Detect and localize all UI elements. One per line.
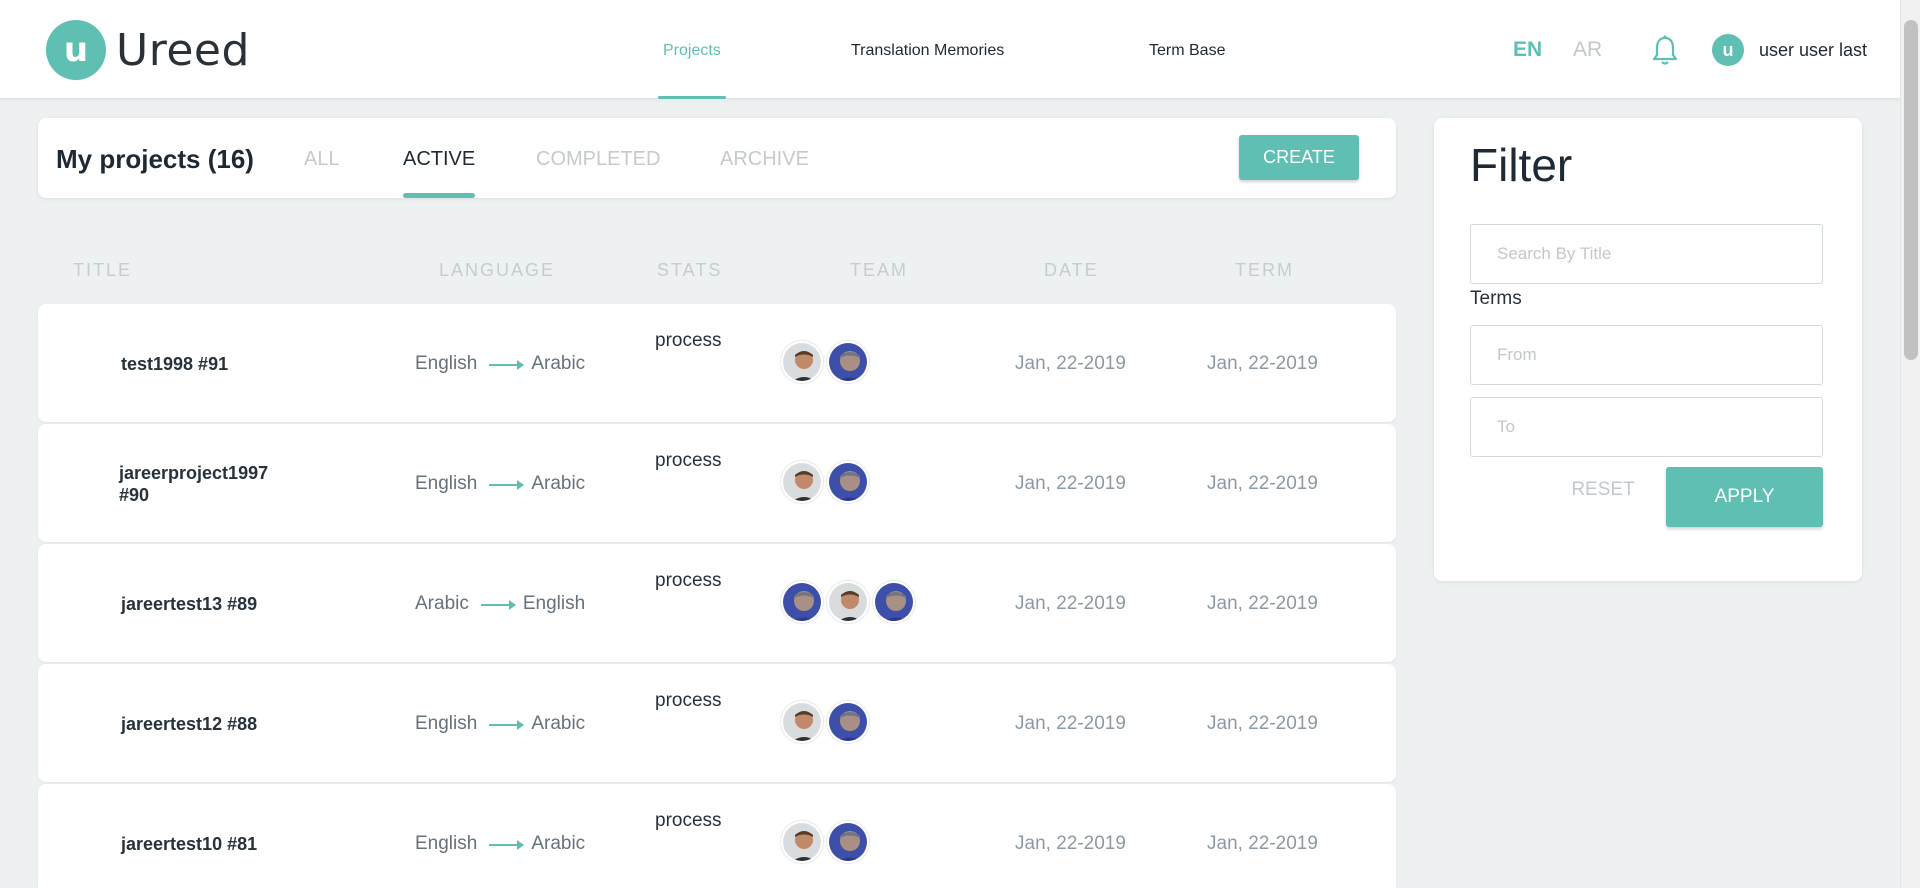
table-row[interactable]: jareertest12 #88 English Arabic process … bbox=[38, 664, 1396, 782]
column-header-title[interactable]: TITLE bbox=[73, 260, 132, 281]
project-stats: process bbox=[655, 570, 722, 591]
projects-tabs-card: My projects (16) ALL ACTIVE COMPLETED AR… bbox=[38, 118, 1396, 198]
column-header-term[interactable]: TERM bbox=[1235, 260, 1294, 281]
language-pair: English Arabic bbox=[415, 713, 585, 735]
team-avatars bbox=[781, 341, 873, 383]
project-date: Jan, 22-2019 bbox=[1015, 353, 1126, 374]
nav-projects[interactable]: Projects bbox=[658, 0, 726, 99]
avatar[interactable] bbox=[827, 341, 869, 383]
avatar[interactable] bbox=[827, 581, 869, 623]
create-button[interactable]: CREATE bbox=[1239, 135, 1359, 180]
reset-button[interactable]: RESET bbox=[1558, 469, 1648, 511]
avatar[interactable] bbox=[781, 701, 823, 743]
column-header-language[interactable]: LANGUAGE bbox=[439, 260, 555, 281]
arrow-right-icon bbox=[489, 480, 525, 490]
target-language: Arabic bbox=[531, 473, 586, 494]
project-stats: process bbox=[655, 690, 722, 711]
language-pair: English Arabic bbox=[415, 353, 585, 375]
arrow-right-icon bbox=[489, 720, 525, 730]
column-header-stats[interactable]: STATS bbox=[657, 260, 722, 281]
project-term: Jan, 22-2019 bbox=[1207, 473, 1318, 494]
avatar[interactable] bbox=[781, 581, 823, 623]
language-pair: English Arabic bbox=[415, 833, 585, 855]
column-header-team[interactable]: TEAM bbox=[850, 260, 908, 281]
avatar[interactable] bbox=[827, 821, 869, 863]
project-stats: process bbox=[655, 330, 722, 351]
table-row[interactable]: test1998 #91 English Arabic process Jan,… bbox=[38, 304, 1396, 422]
project-date: Jan, 22-2019 bbox=[1015, 713, 1126, 734]
source-language: English bbox=[415, 353, 478, 374]
nav-translation-memories[interactable]: Translation Memories bbox=[851, 0, 1004, 99]
team-avatars bbox=[781, 461, 873, 503]
terms-to-input[interactable] bbox=[1470, 397, 1823, 457]
arrow-right-icon bbox=[489, 360, 525, 370]
project-term: Jan, 22-2019 bbox=[1207, 353, 1318, 374]
target-language: Arabic bbox=[531, 353, 586, 374]
column-header-date[interactable]: DATE bbox=[1044, 260, 1099, 281]
search-by-title-input[interactable] bbox=[1470, 224, 1823, 284]
language-en[interactable]: EN bbox=[1513, 38, 1542, 62]
logo-mark-icon: u bbox=[46, 20, 106, 80]
target-language: Arabic bbox=[531, 713, 586, 734]
source-language: English bbox=[415, 473, 478, 494]
table-row[interactable]: jareertest13 #89 Arabic English process … bbox=[38, 544, 1396, 662]
arrow-right-icon bbox=[489, 840, 525, 850]
target-language: English bbox=[522, 593, 586, 614]
bell-icon[interactable] bbox=[1651, 34, 1679, 66]
project-date: Jan, 22-2019 bbox=[1015, 593, 1126, 614]
ureed-logo[interactable]: u Ureed bbox=[46, 20, 250, 80]
project-title[interactable]: test1998 #91 bbox=[121, 353, 301, 375]
avatar[interactable] bbox=[827, 701, 869, 743]
tab-all[interactable]: ALL bbox=[304, 118, 340, 198]
source-language: English bbox=[415, 713, 478, 734]
source-language: Arabic bbox=[415, 593, 469, 614]
user-name[interactable]: user user last bbox=[1759, 40, 1867, 61]
project-title[interactable]: jareertest10 #81 bbox=[121, 833, 301, 855]
target-language: Arabic bbox=[531, 833, 586, 854]
arrow-right-icon bbox=[480, 600, 516, 610]
project-title[interactable]: jareertest13 #89 bbox=[121, 593, 301, 615]
top-header: u Ureed Projects Translation Memories Te… bbox=[0, 0, 1900, 99]
logo-text: Ureed bbox=[116, 24, 250, 76]
nav-term-base[interactable]: Term Base bbox=[1149, 0, 1225, 99]
avatar[interactable] bbox=[781, 341, 823, 383]
project-date: Jan, 22-2019 bbox=[1015, 833, 1126, 854]
filter-title: Filter bbox=[1470, 139, 1573, 191]
project-term: Jan, 22-2019 bbox=[1207, 833, 1318, 854]
filter-panel: Filter Terms RESET APPLY bbox=[1434, 118, 1862, 581]
avatar[interactable] bbox=[781, 461, 823, 503]
project-stats: process bbox=[655, 810, 722, 831]
table-row[interactable]: jareertest10 #81 English Arabic process … bbox=[38, 784, 1396, 888]
language-pair: Arabic English bbox=[415, 593, 585, 615]
terms-from-input[interactable] bbox=[1470, 325, 1823, 385]
project-title[interactable]: jareerproject1997 #90 bbox=[119, 462, 299, 506]
tab-archive[interactable]: ARCHIVE bbox=[720, 118, 809, 198]
project-title[interactable]: jareertest12 #88 bbox=[121, 713, 301, 735]
source-language: English bbox=[415, 833, 478, 854]
table-row[interactable]: jareerproject1997 #90 English Arabic pro… bbox=[38, 424, 1396, 542]
language-pair: English Arabic bbox=[415, 473, 585, 495]
terms-label: Terms bbox=[1470, 288, 1522, 309]
project-stats: process bbox=[655, 450, 722, 471]
team-avatars bbox=[781, 581, 919, 623]
language-ar[interactable]: AR bbox=[1573, 38, 1602, 62]
tab-active[interactable]: ACTIVE bbox=[403, 118, 476, 198]
project-term: Jan, 22-2019 bbox=[1207, 713, 1318, 734]
team-avatars bbox=[781, 701, 873, 743]
projects-title: My projects (16) bbox=[56, 144, 254, 174]
project-term: Jan, 22-2019 bbox=[1207, 593, 1318, 614]
team-avatars bbox=[781, 821, 873, 863]
avatar[interactable] bbox=[873, 581, 915, 623]
avatar[interactable] bbox=[827, 461, 869, 503]
apply-button[interactable]: APPLY bbox=[1666, 467, 1823, 527]
tab-completed[interactable]: COMPLETED bbox=[536, 118, 660, 198]
scrollbar-thumb[interactable] bbox=[1904, 20, 1918, 360]
avatar[interactable] bbox=[781, 821, 823, 863]
user-avatar[interactable]: u bbox=[1712, 34, 1744, 66]
project-date: Jan, 22-2019 bbox=[1015, 473, 1126, 494]
page-scrollbar[interactable] bbox=[1900, 0, 1920, 888]
